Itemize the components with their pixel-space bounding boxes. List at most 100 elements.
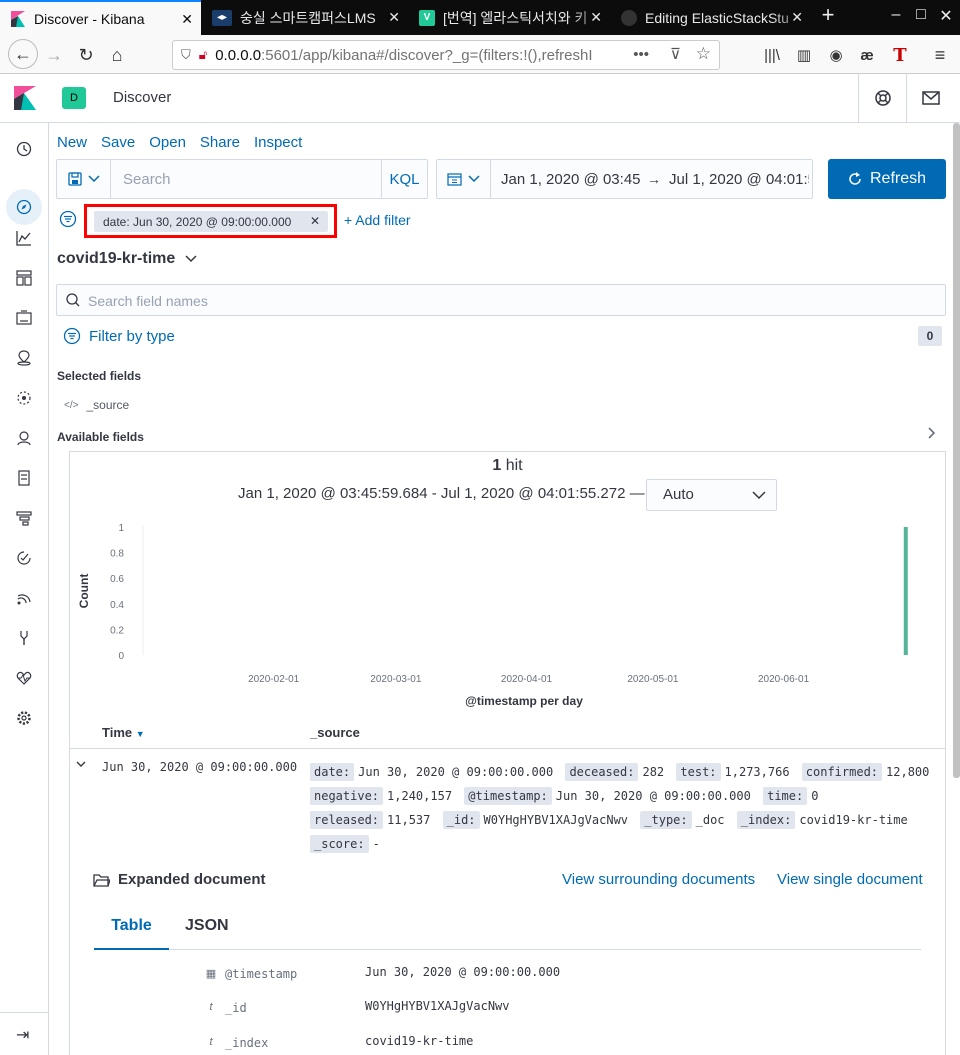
view-surrounding-link[interactable]: View surrounding documents (562, 871, 755, 888)
back-arrow-icon[interactable]: ← (8, 39, 38, 69)
library-icon[interactable]: |||\ (758, 41, 786, 69)
canvas-icon[interactable] (14, 308, 34, 328)
source-field-key: test: (676, 763, 721, 781)
search-input[interactable]: Search (123, 171, 171, 188)
sidebar-icon[interactable]: ▥ (790, 41, 818, 69)
menu-new[interactable]: New (57, 134, 87, 151)
close-tab-icon[interactable]: ✕ (388, 9, 400, 26)
home-icon[interactable]: ⌂ (103, 41, 131, 69)
close-tab-icon[interactable]: ✕ (181, 11, 193, 28)
insecure-lock-icon[interactable]: 🔓︎ (199, 47, 207, 63)
date-type-icon: ▦ (205, 968, 217, 980)
field-search-input[interactable]: Search field names (56, 284, 946, 316)
maps-icon[interactable] (14, 348, 34, 368)
new-tab-icon[interactable]: + (813, 2, 843, 28)
uptime-icon[interactable] (14, 548, 34, 568)
kibana-header: D Discover (0, 74, 960, 123)
y-tick-label: 1 (118, 523, 124, 534)
refresh-label: Refresh (869, 170, 927, 187)
close-tab-icon[interactable]: ✕ (590, 9, 602, 26)
collapse-row-icon[interactable] (76, 757, 86, 771)
url-path: :5601/app/kibana#/discover?_g=(filters:!… (261, 46, 593, 64)
x-axis-label: @timestamp per day (465, 694, 583, 708)
time-column-label: Time (102, 725, 133, 740)
recently-viewed-clock-icon[interactable] (14, 139, 34, 159)
source-field-value: _doc (695, 813, 725, 827)
infrastructure-icon[interactable] (14, 428, 34, 448)
discover-compass-icon[interactable] (6, 189, 42, 225)
interval-select[interactable]: Auto (646, 479, 777, 511)
news-mail-icon[interactable] (906, 74, 954, 122)
chevron-right-icon[interactable] (928, 426, 936, 442)
x-tick-label: 2020-04-01 (501, 674, 553, 685)
account-icon[interactable]: ◉ (822, 41, 850, 69)
siem-icon[interactable] (14, 588, 34, 608)
filter-count-badge: 0 (918, 326, 942, 346)
index-pattern-selector[interactable]: covid19-kr-time (57, 250, 197, 268)
browser-tab-velog[interactable]: V [번역] 엘라스틱서치와 키 ✕ (409, 0, 610, 35)
space-avatar[interactable]: D (62, 87, 86, 109)
page-scrollbar[interactable] (953, 123, 960, 778)
date-start[interactable]: Jan 1, 2020 @ 03:45:59.684 (501, 171, 641, 188)
menu-share[interactable]: Share (200, 134, 240, 151)
saved-query-button[interactable] (57, 160, 111, 198)
extension-ae-icon[interactable]: æ (853, 41, 881, 69)
menu-save[interactable]: Save (101, 134, 135, 151)
histogram-bar[interactable] (903, 527, 908, 655)
tab-table[interactable]: Table (94, 906, 169, 950)
url-bar[interactable]: ⛉ 🔓︎ 0.0.0.0 :5601/app/kibana#/discover?… (172, 40, 720, 70)
source-field-key: _type: (640, 811, 692, 829)
apm-icon[interactable] (14, 508, 34, 528)
refresh-icon (849, 172, 861, 185)
time-column-header[interactable]: Time ▼ (102, 725, 145, 740)
dashboard-icon[interactable] (14, 268, 34, 288)
extension-t-icon[interactable]: T (886, 41, 914, 69)
kibana-logo-icon[interactable] (14, 86, 36, 110)
filter-options-icon[interactable] (59, 210, 77, 231)
menu-hamburger-icon[interactable]: ≡ (926, 41, 954, 69)
management-gear-icon[interactable] (14, 708, 34, 728)
top-nav-menu: New Save Open Share Inspect (57, 134, 316, 151)
monitoring-heartbeat-icon[interactable] (14, 668, 34, 688)
visualize-chart-icon[interactable] (14, 228, 34, 248)
expanded-document-title: Expanded document (93, 871, 266, 888)
field-item-source[interactable]: </> _source (64, 398, 129, 412)
filter-by-type-button[interactable]: Filter by type (63, 327, 175, 345)
sort-down-icon[interactable]: ▼ (136, 729, 145, 739)
browser-tab-lms[interactable]: ◂▸ 숭실 스마트캠퍼스LMS ✕ (202, 0, 408, 35)
filter-pill[interactable]: date: Jun 30, 2020 @ 09:00:00.000 ✕ (94, 211, 328, 232)
close-tab-icon[interactable]: ✕ (791, 9, 803, 26)
reload-icon[interactable]: ↻ (72, 41, 100, 69)
kql-toggle[interactable]: KQL (381, 160, 427, 198)
highlighted-filter-box: date: Jun 30, 2020 @ 09:00:00.000 ✕ (84, 204, 337, 238)
forward-arrow-icon[interactable]: → (40, 41, 68, 69)
filter-by-type-label: Filter by type (89, 327, 175, 345)
source-field-pair: deceased: 282 (565, 763, 669, 781)
ml-icon[interactable] (14, 388, 34, 408)
remove-filter-icon[interactable]: ✕ (310, 214, 320, 228)
browser-tab-kibana[interactable]: Discover - Kibana ✕ (0, 0, 201, 35)
refresh-button[interactable]: Refresh (828, 159, 946, 199)
browser-tab-github[interactable]: Editing ElasticStackStu ✕ (611, 0, 811, 35)
page-actions-icon[interactable]: ••• (633, 46, 649, 63)
date-end[interactable]: Jul 1, 2020 @ 04:01:55.272 (669, 171, 809, 188)
available-fields-heading: Available fields (57, 430, 144, 444)
add-filter-button[interactable]: + Add filter (344, 212, 411, 228)
close-window-icon[interactable]: ✕ (931, 6, 960, 26)
pocket-icon[interactable]: ⊽ (670, 45, 681, 63)
dev-tools-icon[interactable] (14, 628, 34, 648)
filter-bar: date: Jun 30, 2020 @ 09:00:00.000 ✕ + Ad… (57, 204, 937, 238)
menu-inspect[interactable]: Inspect (254, 134, 302, 151)
view-single-link[interactable]: View single document (777, 871, 923, 888)
calendar-icon (447, 173, 462, 186)
tab-json[interactable]: JSON (185, 906, 229, 950)
menu-open[interactable]: Open (149, 134, 186, 151)
bookmark-star-icon[interactable]: ☆ (696, 44, 711, 64)
shield-icon[interactable]: ⛉ (181, 47, 191, 63)
source-field-key: _id: (442, 811, 480, 829)
source-column-header: _source (310, 725, 360, 740)
quick-select-button[interactable] (437, 160, 491, 198)
collapse-nav-icon[interactable]: ⇥ (16, 1025, 29, 1045)
help-icon[interactable] (858, 74, 906, 122)
source-field-pair: _id: W0YHgHYBV1XAJgVacNwv (442, 811, 633, 829)
